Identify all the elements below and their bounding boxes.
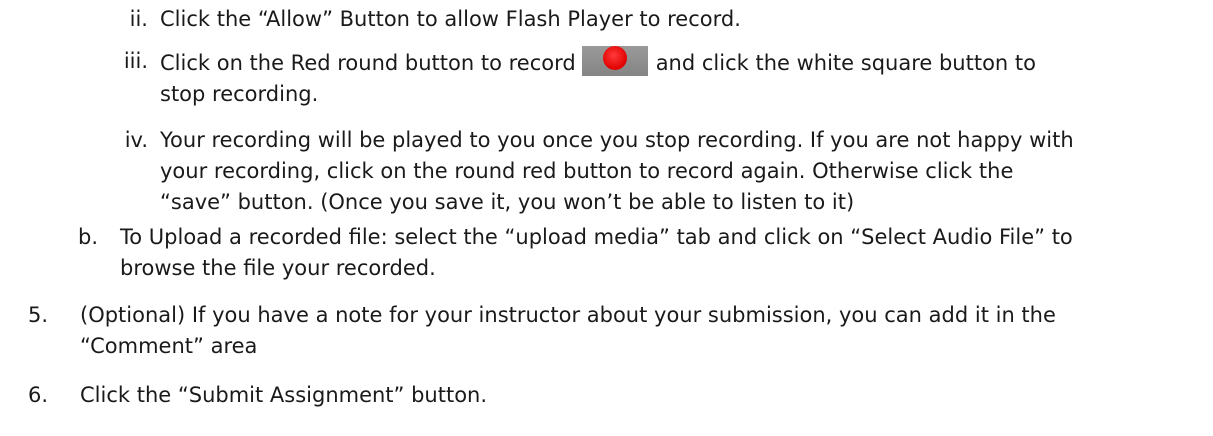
step-marker: ii. bbox=[129, 7, 148, 31]
step-marker: b. bbox=[77, 225, 98, 249]
step-text: (Optional) If you have a note for your i… bbox=[80, 303, 1056, 327]
step-marker: iv. bbox=[124, 128, 148, 152]
step-b: b. To Upload a recorded file: select the… bbox=[0, 222, 1073, 284]
step-text: “save” button. (Once you save it, you wo… bbox=[160, 190, 855, 214]
step-ii: ii. Click the “Allow” Button to allow Fl… bbox=[0, 4, 741, 35]
record-dot-icon bbox=[602, 46, 627, 70]
step-5: 5. (Optional) If you have a note for you… bbox=[0, 300, 1056, 362]
step-text: Click on the Red round button to record bbox=[160, 51, 576, 75]
step-text: To Upload a recorded file: select the “u… bbox=[120, 225, 1073, 249]
step-iv: iv. Your recording will be played to you… bbox=[0, 125, 1074, 218]
step-iii: iii. Click on the Red round button to re… bbox=[0, 46, 1036, 110]
step-text: “Comment” area bbox=[80, 334, 258, 358]
step-marker: 6. bbox=[27, 383, 48, 407]
step-text: Your recording will be played to you onc… bbox=[160, 128, 1074, 152]
step-line: Click on the Red round button to record a… bbox=[160, 46, 1036, 79]
step-marker: iii. bbox=[123, 49, 148, 73]
step-text: Click the “Submit Assignment” button. bbox=[80, 383, 488, 407]
step-text: and click the white square button to bbox=[655, 51, 1036, 75]
step-marker: 5. bbox=[27, 303, 48, 327]
step-6: 6. Click the “Submit Assignment” button. bbox=[0, 380, 487, 411]
step-text: stop recording. bbox=[160, 82, 319, 106]
instructions-document: ii. Click the “Allow” Button to allow Fl… bbox=[0, 0, 1213, 436]
record-button-icon bbox=[581, 46, 648, 76]
step-text: Click the “Allow” Button to allow Flash … bbox=[160, 7, 741, 31]
step-text: browse the file your recorded. bbox=[120, 256, 436, 280]
step-text: your recording, click on the round red b… bbox=[160, 159, 1014, 183]
